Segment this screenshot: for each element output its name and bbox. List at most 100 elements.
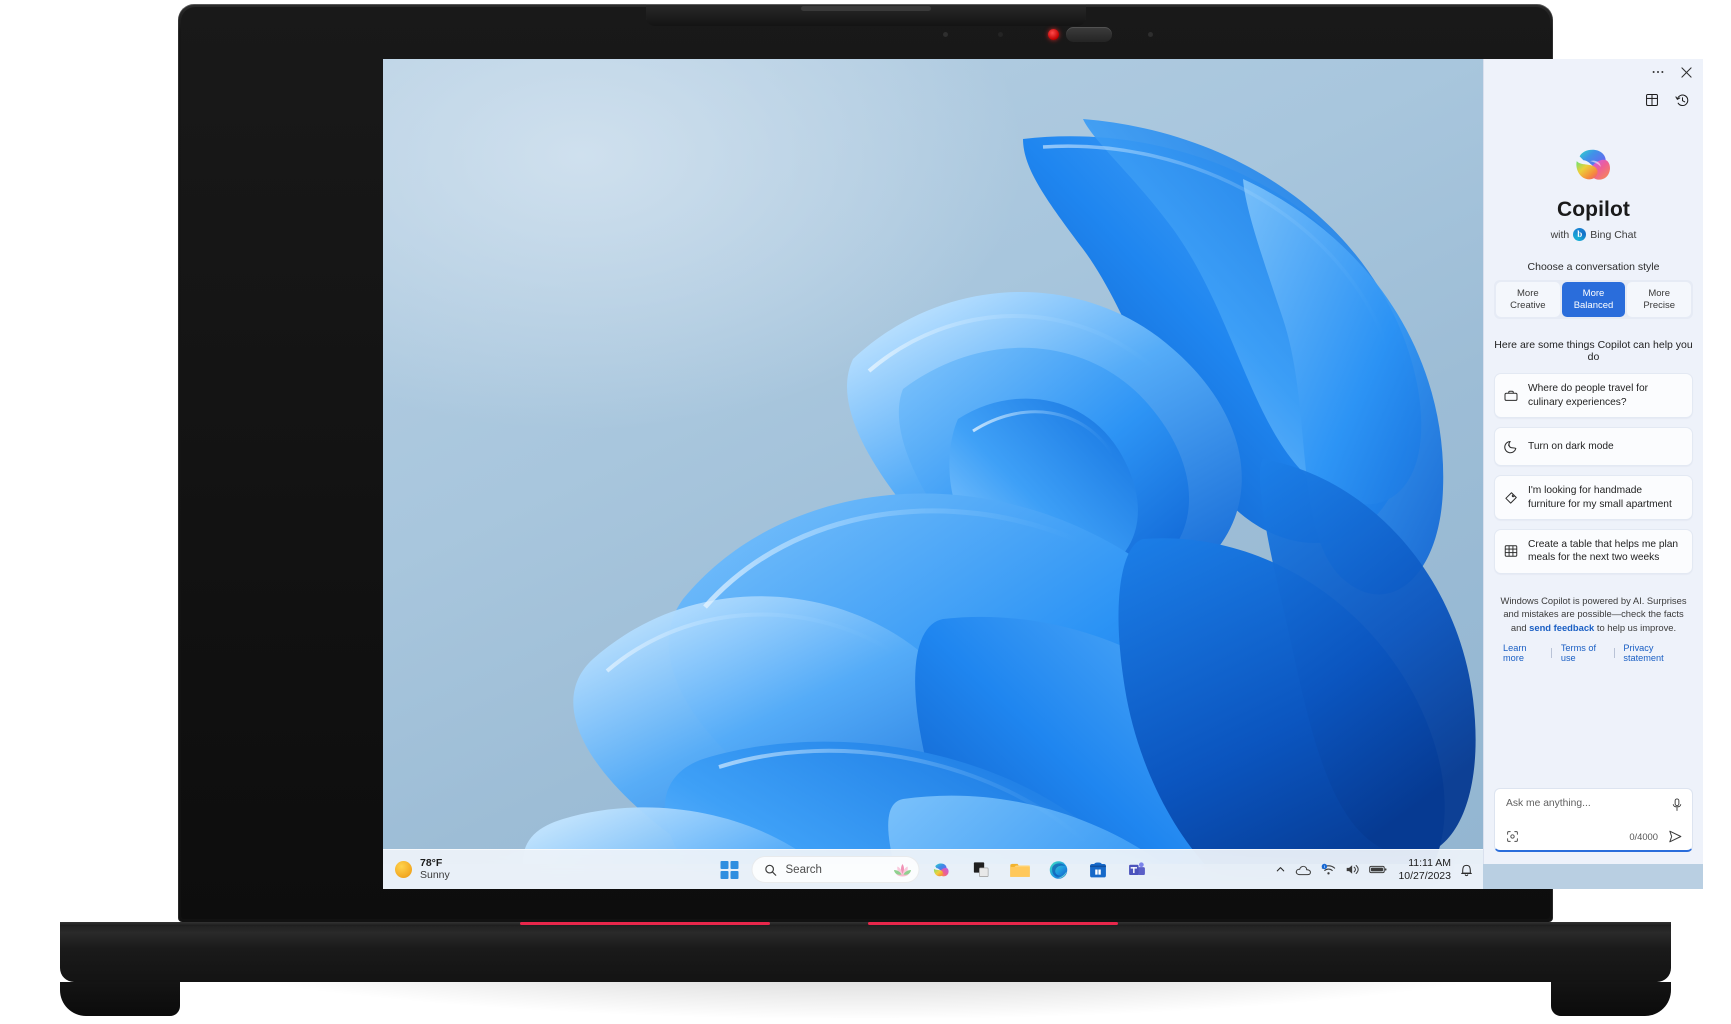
style-option-more-precise[interactable]: More Precise [1627, 282, 1692, 318]
clock-time: 11:11 AM [1408, 856, 1451, 869]
privacy-statement-link[interactable]: Privacy statement [1614, 643, 1693, 663]
microphone-button[interactable] [1671, 798, 1683, 812]
tray-battery-button[interactable] [1369, 864, 1387, 875]
history-button[interactable] [1670, 88, 1694, 112]
windows-desktop: 78°F Sunny Search ! 11:11 AM 10/27/2023 … [383, 59, 1703, 889]
scan-button[interactable] [1506, 830, 1519, 843]
taskbar-app-teams[interactable] [1120, 854, 1154, 886]
compose-top-row [1506, 798, 1683, 812]
style-option-more-creative[interactable]: More Creative [1496, 282, 1560, 318]
red-accent-stripe-left [520, 922, 770, 925]
suggestion-text: Create a table that helps me plan meals … [1528, 538, 1679, 564]
tray-onedrive-button[interactable] [1295, 864, 1312, 876]
taskbar: 78°F Sunny Search ! 11:11 AM 10/27/2023 [383, 849, 1483, 889]
compose-box: 0/4000 [1494, 788, 1693, 852]
taskbar-app-lenovo-vantage[interactable] [964, 854, 998, 886]
file-explorer-icon [1009, 863, 1030, 877]
copilot-content: Copilot with b Bing Chat Choose a conver… [1484, 115, 1703, 780]
ai-disclaimer: Windows Copilot is powered by AI. Surpri… [1494, 594, 1693, 634]
close-button[interactable] [1673, 61, 1699, 83]
conversation-style-label: Choose a conversation style [1527, 261, 1660, 273]
teams-icon [1128, 862, 1145, 876]
copilot-panel: Copilot with b Bing Chat Choose a conver… [1483, 59, 1703, 864]
microphone-hole-right-icon [1148, 32, 1153, 37]
lotus-flower-icon [892, 861, 914, 878]
webcam-indicator-light-icon [1048, 29, 1059, 40]
page-title: Copilot [1556, 198, 1630, 221]
taskbar-clock[interactable]: 11:11 AM 10/27/2023 [1398, 857, 1451, 883]
webcam-privacy-shutter[interactable] [1066, 27, 1112, 42]
scan-icon [1507, 831, 1518, 842]
suggestion-card-meal-plan-table[interactable]: Create a table that helps me plan meals … [1494, 528, 1693, 574]
tray-overflow-button[interactable] [1275, 864, 1286, 875]
style-line-2: Balanced [1573, 299, 1614, 311]
chat-input[interactable] [1506, 798, 1665, 809]
send-button[interactable] [1668, 829, 1683, 844]
taskbar-app-file-explorer[interactable] [1003, 854, 1037, 886]
character-counter: 0/4000 [1629, 831, 1658, 842]
wifi-icon: ! [1322, 863, 1336, 875]
copilot-toolbar [1484, 85, 1703, 115]
taskbar-weather-widget[interactable]: 78°F Sunny [395, 857, 450, 882]
microsoft-store-icon [1089, 862, 1106, 878]
ir-sensor-icon [998, 32, 1003, 37]
search-input[interactable]: Search [751, 856, 920, 883]
search-icon [765, 864, 777, 876]
briefcase-icon [1503, 388, 1519, 404]
learn-more-link[interactable]: Learn more [1494, 643, 1551, 663]
table-grid-icon [1503, 543, 1519, 559]
tray-volume-button[interactable] [1345, 863, 1360, 876]
history-clock-icon [1674, 94, 1688, 106]
bloom-artwork [383, 59, 1483, 864]
sun-icon [395, 861, 412, 878]
suggestion-card-dark-mode[interactable]: Turn on dark mode [1494, 427, 1693, 467]
laptop-base [60, 922, 1671, 1016]
suggestion-card-handmade-furniture[interactable]: I'm looking for handmade furniture for m… [1494, 475, 1693, 520]
notifications-button[interactable] [1460, 863, 1473, 877]
tray-network-button[interactable]: ! [1321, 863, 1336, 876]
briefcase-svg [1504, 390, 1518, 401]
suggestion-text: Turn on dark mode [1528, 440, 1614, 452]
bloom-svg [523, 119, 1476, 864]
copilot-titlebar [1484, 59, 1703, 85]
taskbar-app-copilot[interactable] [925, 854, 959, 886]
style-line-1: More [1582, 288, 1605, 299]
notch-latch [800, 6, 931, 11]
lenovo-vantage-icon [973, 862, 988, 877]
bing-chat-label: Bing Chat [1590, 228, 1637, 241]
send-feedback-link[interactable]: send feedback [1529, 622, 1594, 633]
lotus-svg [894, 864, 911, 877]
suggestion-text: Where do people travel for culinary expe… [1528, 383, 1649, 408]
terms-of-use-link[interactable]: Terms of use [1552, 643, 1614, 663]
style-line-2: Precise [1643, 299, 1676, 311]
style-line-2: Creative [1510, 299, 1546, 311]
close-icon [1680, 66, 1692, 78]
webcam-notch [645, 4, 1086, 26]
search-placeholder: Search [785, 863, 822, 876]
laptop-screen: 78°F Sunny Search ! 11:11 AM 10/27/2023 … [383, 59, 1703, 889]
send-icon [1669, 830, 1682, 843]
tag-svg [1505, 491, 1517, 504]
battery-icon [1369, 865, 1387, 874]
copilot-subtitle: with b Bing Chat [1494, 228, 1693, 241]
moon-palette-icon [1503, 439, 1519, 455]
more-options-button[interactable] [1645, 61, 1671, 83]
desktop-wallpaper[interactable] [383, 59, 1483, 864]
style-option-more-balanced[interactable]: More Balanced [1561, 282, 1626, 318]
suggestion-card-list: Where do people travel for culinary expe… [1494, 373, 1693, 574]
moon-palette-svg [1504, 440, 1517, 453]
svg-text:!: ! [1324, 865, 1325, 869]
start-button[interactable] [713, 854, 747, 886]
taskbar-app-microsoft-store[interactable] [1081, 854, 1115, 886]
style-line-1: More [1648, 288, 1670, 299]
windows-logo-icon [720, 860, 739, 879]
copilot-logo-icon [1571, 142, 1617, 188]
suggestion-card-culinary-travel[interactable]: Where do people travel for culinary expe… [1494, 373, 1693, 419]
more-options-icon [1652, 70, 1664, 74]
suggestion-text: I'm looking for handmade furniture for m… [1528, 485, 1672, 510]
laptop-lid: 78°F Sunny Search ! 11:11 AM 10/27/2023 … [178, 4, 1703, 922]
taskbar-app-edge[interactable] [1042, 854, 1076, 886]
tag-icon [1503, 490, 1519, 506]
plugins-button[interactable] [1640, 88, 1664, 112]
style-line-1: More [1517, 288, 1539, 299]
